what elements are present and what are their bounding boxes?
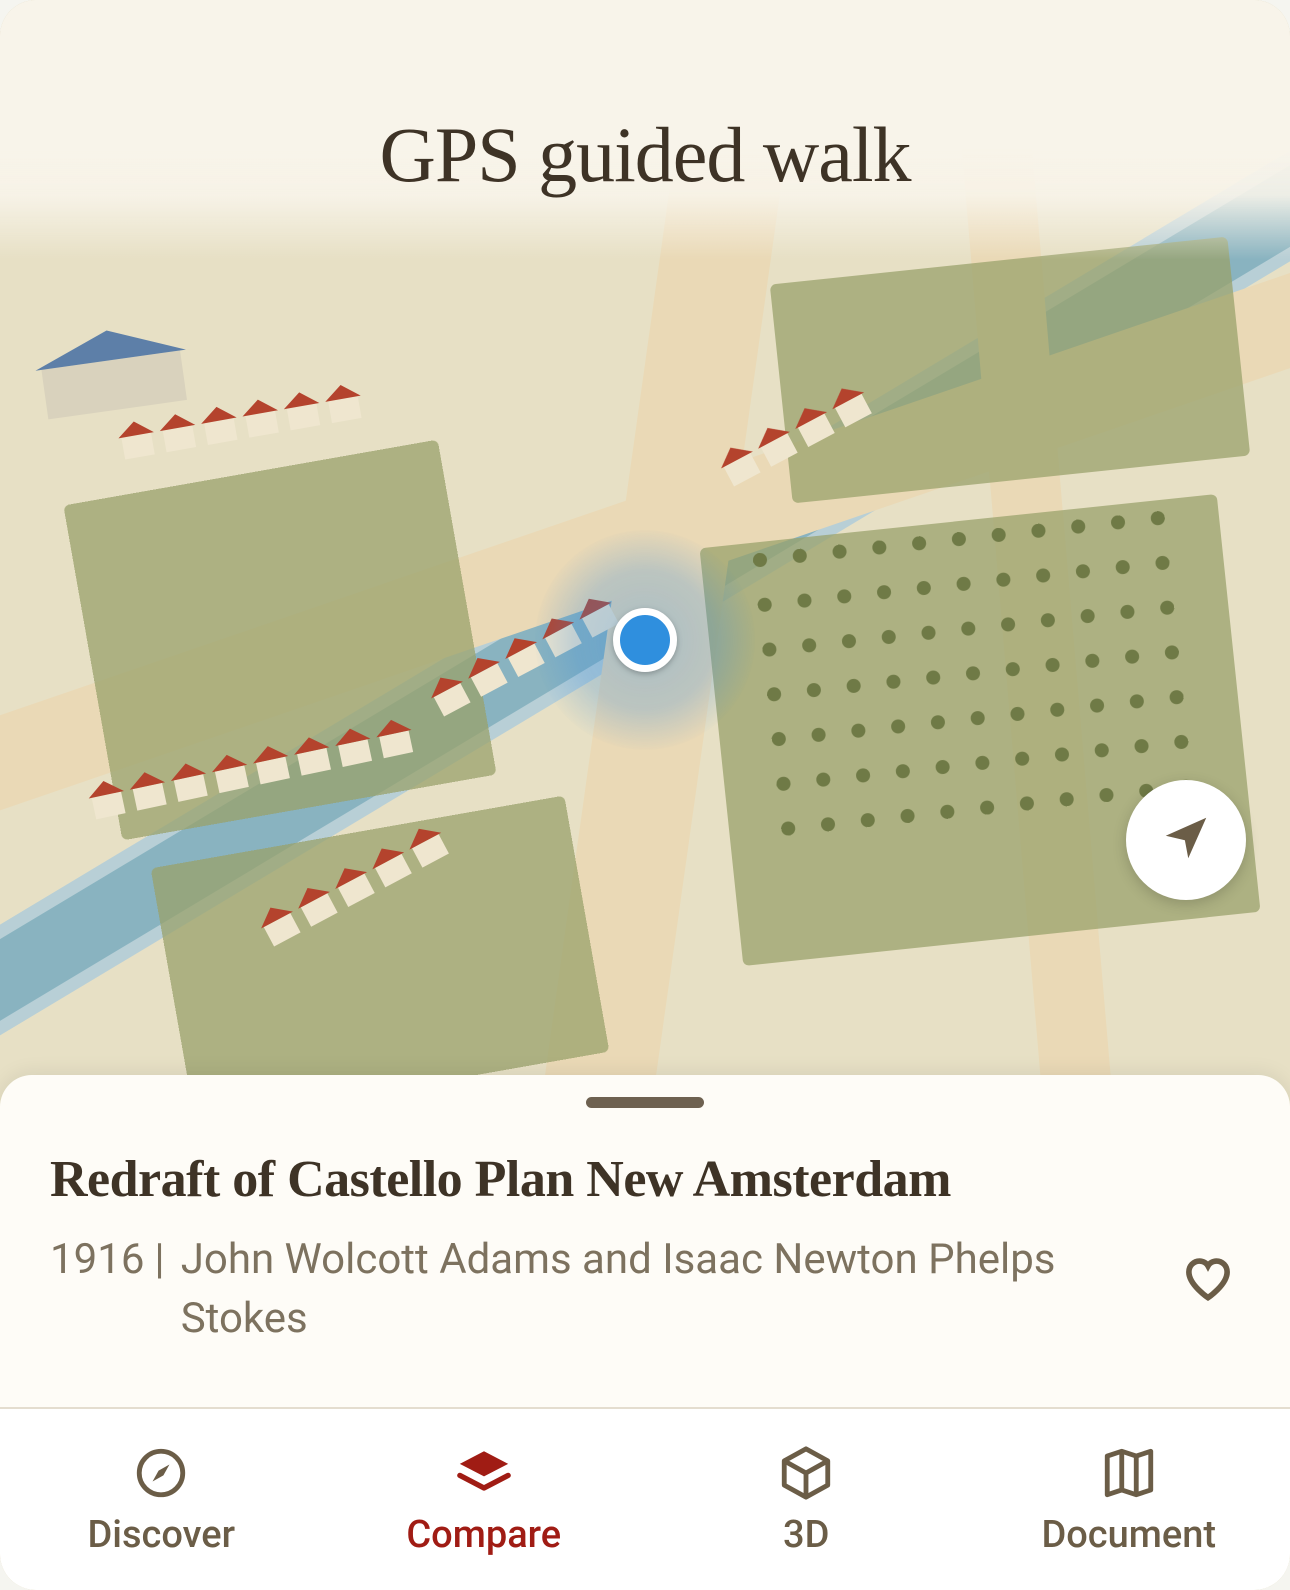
cube-icon xyxy=(776,1443,836,1503)
compass-icon xyxy=(131,1443,191,1503)
map-year: 1916 xyxy=(50,1231,144,1349)
tab-bar: Discover Compare 3D xyxy=(0,1407,1290,1590)
info-sheet[interactable]: Redraft of Castello Plan New Amsterdam 1… xyxy=(0,1075,1290,1407)
tab-label: Discover xyxy=(87,1513,235,1557)
favorite-button[interactable] xyxy=(1176,1249,1240,1313)
tab-document[interactable]: Document xyxy=(968,1409,1290,1590)
map-author: John Wolcott Adams and Isaac Newton Phel… xyxy=(181,1231,1152,1349)
layers-icon xyxy=(454,1443,514,1503)
map-meta-text: 1916 | John Wolcott Adams and Isaac Newt… xyxy=(50,1231,1152,1349)
tab-compare[interactable]: Compare xyxy=(323,1409,646,1590)
tab-label: Compare xyxy=(406,1513,561,1557)
map-fold-icon xyxy=(1099,1443,1159,1503)
gps-location-dot xyxy=(613,608,677,672)
recenter-button[interactable] xyxy=(1126,780,1246,900)
tab-discover[interactable]: Discover xyxy=(0,1409,323,1590)
tab-label: 3D xyxy=(783,1513,829,1557)
tab-3d[interactable]: 3D xyxy=(645,1409,968,1590)
map-meta: 1916 | John Wolcott Adams and Isaac Newt… xyxy=(50,1231,1240,1349)
sheet-grabber[interactable] xyxy=(586,1097,704,1108)
tab-label: Document xyxy=(1041,1513,1216,1557)
meta-separator: | xyxy=(144,1231,180,1349)
app-screen: GPS guided walk Redraft of Castello Plan… xyxy=(0,0,1290,1590)
heart-icon xyxy=(1181,1252,1235,1311)
map-title: Redraft of Castello Plan New Amsterdam xyxy=(50,1150,1240,1209)
location-arrow-icon xyxy=(1159,811,1213,870)
